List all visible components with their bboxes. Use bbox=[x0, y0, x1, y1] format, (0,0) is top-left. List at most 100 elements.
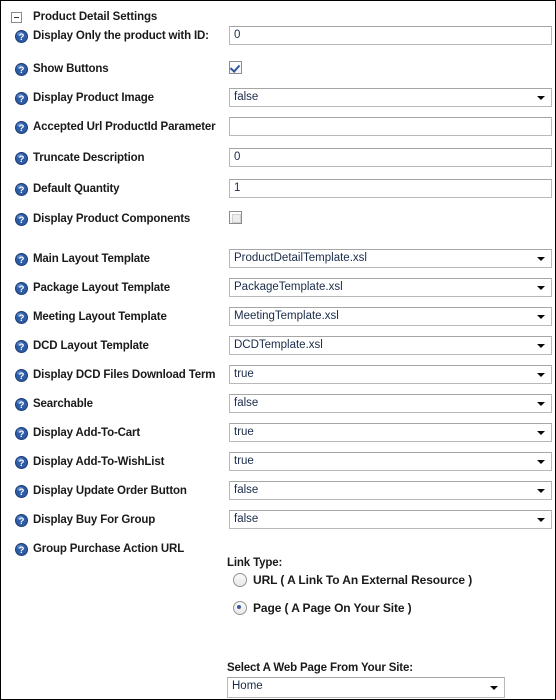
setting-label-text: DCD Layout Template bbox=[33, 340, 149, 352]
settings-row: ? Display Add-To-WishList true bbox=[1, 451, 555, 473]
select-dropdown[interactable]: true bbox=[229, 423, 552, 442]
svg-text:?: ? bbox=[19, 487, 25, 498]
setting-label: ? Display Update Order Button bbox=[15, 480, 187, 502]
select-dropdown[interactable]: true bbox=[229, 452, 552, 471]
setting-label: ? Display Add-To-Cart bbox=[15, 422, 140, 444]
help-icon[interactable]: ? bbox=[15, 120, 28, 134]
chevron-down-icon bbox=[490, 685, 498, 690]
select-dropdown[interactable]: false bbox=[229, 88, 552, 107]
select-dropdown[interactable]: MeetingTemplate.xsl bbox=[229, 307, 552, 326]
help-icon[interactable]: ? bbox=[15, 212, 28, 226]
checkbox[interactable] bbox=[229, 61, 242, 74]
checkbox[interactable] bbox=[229, 211, 242, 224]
text-input[interactable] bbox=[229, 117, 552, 136]
setting-label: ? Display Product Components bbox=[15, 208, 190, 230]
select-dropdown[interactable]: false bbox=[229, 510, 552, 529]
setting-label-text: Group Purchase Action URL bbox=[33, 543, 185, 555]
chevron-down-icon bbox=[537, 459, 545, 464]
setting-label-text: Display Product Image bbox=[33, 92, 154, 104]
product-detail-settings-panel: Product Detail Settings ? Display Only th… bbox=[0, 0, 556, 700]
svg-text:?: ? bbox=[19, 400, 25, 411]
minus-box-icon[interactable] bbox=[11, 11, 22, 23]
help-icon[interactable]: ? bbox=[15, 29, 28, 43]
radio-url-icon[interactable] bbox=[233, 573, 247, 587]
text-input[interactable]: 0 bbox=[229, 148, 552, 167]
select-value: true bbox=[234, 455, 254, 467]
svg-text:?: ? bbox=[19, 284, 25, 295]
select-dropdown[interactable]: false bbox=[229, 481, 552, 500]
web-page-dropdown-value: Home bbox=[232, 680, 263, 692]
web-page-dropdown[interactable]: Home bbox=[227, 677, 505, 698]
select-value: true bbox=[234, 426, 254, 438]
link-type-heading: Link Type: bbox=[227, 557, 283, 569]
help-icon[interactable]: ? bbox=[15, 513, 28, 527]
chevron-down-icon bbox=[537, 285, 545, 290]
select-dropdown[interactable]: PackageTemplate.xsl bbox=[229, 278, 552, 297]
svg-text:?: ? bbox=[19, 371, 25, 382]
setting-label: ? DCD Layout Template bbox=[15, 335, 149, 357]
setting-label-text: Display Buy For Group bbox=[33, 514, 156, 526]
settings-row: ? Package Layout Template PackageTemplate.… bbox=[1, 277, 555, 299]
help-icon[interactable]: ? bbox=[15, 397, 28, 411]
help-icon[interactable]: ? bbox=[15, 368, 28, 382]
svg-text:?: ? bbox=[19, 342, 25, 353]
select-dropdown[interactable]: DCDTemplate.xsl bbox=[229, 336, 552, 355]
setting-label-text: Display Only the product with ID: bbox=[33, 30, 209, 42]
help-icon[interactable]: ? bbox=[15, 151, 28, 165]
select-dropdown[interactable]: true bbox=[229, 365, 552, 384]
svg-text:?: ? bbox=[19, 123, 25, 134]
help-icon[interactable]: ? bbox=[15, 339, 28, 353]
setting-label-text: Display Product Components bbox=[33, 213, 191, 225]
setting-label-text: Display Update Order Button bbox=[33, 485, 187, 497]
setting-label-text: Main Layout Template bbox=[33, 253, 150, 265]
select-value: false bbox=[234, 513, 259, 525]
settings-row: ? Default Quantity 1 bbox=[1, 178, 555, 200]
page-select-heading: Select A Web Page From Your Site: bbox=[227, 662, 413, 674]
help-icon[interactable]: ? bbox=[15, 484, 28, 498]
chevron-down-icon bbox=[537, 488, 545, 493]
radio-page-icon[interactable] bbox=[233, 601, 247, 615]
setting-label-text: Meeting Layout Template bbox=[33, 311, 167, 323]
help-icon[interactable]: ? bbox=[15, 542, 28, 556]
select-dropdown[interactable]: ProductDetailTemplate.xsl bbox=[229, 249, 552, 268]
settings-row: ? Truncate Description 0 bbox=[1, 147, 555, 169]
chevron-down-icon bbox=[537, 517, 545, 522]
help-icon[interactable]: ? bbox=[15, 281, 28, 295]
text-input[interactable]: 0 bbox=[229, 26, 552, 45]
chevron-down-icon bbox=[537, 314, 545, 319]
chevron-down-icon bbox=[537, 372, 545, 377]
setting-label: ? Display Only the product with ID: bbox=[15, 25, 209, 47]
svg-text:?: ? bbox=[19, 154, 25, 165]
radio-option-page[interactable]: Page ( A Page On Your Site ) bbox=[233, 597, 556, 619]
help-icon[interactable]: ? bbox=[15, 91, 28, 105]
setting-label: ? Package Layout Template bbox=[15, 277, 170, 299]
setting-label-text: Searchable bbox=[33, 398, 93, 410]
svg-text:?: ? bbox=[19, 429, 25, 440]
radio-url-label: URL ( A Link To An External Resource ) bbox=[253, 573, 473, 587]
setting-label-text: Default Quantity bbox=[33, 183, 120, 195]
help-icon[interactable]: ? bbox=[15, 426, 28, 440]
select-value: ProductDetailTemplate.xsl bbox=[234, 252, 367, 264]
settings-row: ? Display Update Order Button false bbox=[1, 480, 555, 502]
settings-row: ? DCD Layout Template DCDTemplate.xsl bbox=[1, 335, 555, 357]
radio-option-url[interactable]: URL ( A Link To An External Resource ) bbox=[233, 569, 556, 591]
setting-label: ? Group Purchase Action URL bbox=[15, 538, 184, 560]
chevron-down-icon bbox=[537, 401, 545, 406]
select-dropdown[interactable]: false bbox=[229, 394, 552, 413]
chevron-down-icon bbox=[537, 256, 545, 261]
help-icon[interactable]: ? bbox=[15, 310, 28, 324]
setting-label-text: Accepted Url ProductId Parameter bbox=[33, 121, 216, 133]
select-value: PackageTemplate.xsl bbox=[234, 281, 343, 293]
text-input[interactable]: 1 bbox=[229, 179, 552, 198]
help-icon[interactable]: ? bbox=[15, 182, 28, 196]
help-icon[interactable]: ? bbox=[15, 252, 28, 266]
svg-text:?: ? bbox=[19, 313, 25, 324]
setting-label-text: Package Layout Template bbox=[33, 282, 170, 294]
settings-row: ? Display Product Components bbox=[1, 208, 555, 230]
help-icon[interactable]: ? bbox=[15, 455, 28, 469]
svg-text:?: ? bbox=[19, 458, 25, 469]
select-value: false bbox=[234, 91, 259, 103]
setting-label: ? Show Buttons bbox=[15, 58, 109, 80]
help-icon[interactable]: ? bbox=[15, 62, 28, 76]
setting-label: ? Default Quantity bbox=[15, 178, 120, 200]
